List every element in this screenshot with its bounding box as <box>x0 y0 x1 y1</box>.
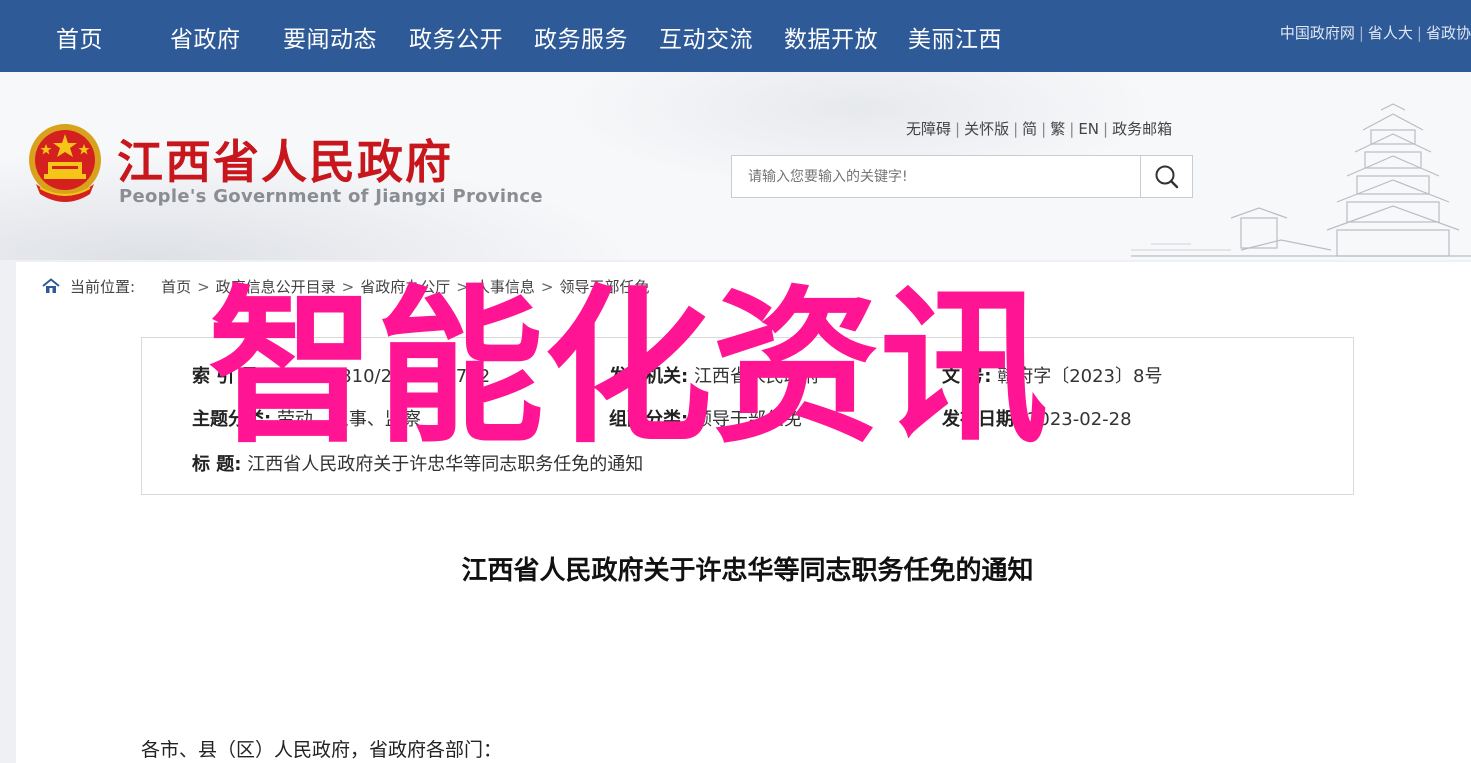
nav-item-interaction[interactable]: 互动交流 <box>659 20 753 54</box>
nav-item-news[interactable]: 要闻动态 <box>283 20 377 54</box>
link-provincial-cppcc[interactable]: 省政协 <box>1426 24 1471 42</box>
search-box <box>731 155 1193 198</box>
meta-date: 发布日期: 2023-02-28 <box>942 409 1132 430</box>
national-emblem-icon <box>26 122 104 208</box>
divider: | <box>1416 24 1422 42</box>
divider: | <box>1069 120 1075 138</box>
nav-item-gov-affairs-open[interactable]: 政务公开 <box>409 20 503 54</box>
link-china-gov[interactable]: 中国政府网 <box>1280 24 1355 42</box>
nav-item-open-data[interactable]: 数据开放 <box>784 20 878 54</box>
breadcrumb-gov-info-catalog[interactable]: 政府信息公开目录 <box>216 278 336 296</box>
meta-index-no: 索 引 号: 014500810/2023-75732 <box>192 366 491 387</box>
document-title: 江西省人民政府关于许忠华等同志职务任免的通知 <box>461 556 1034 586</box>
link-english[interactable]: EN <box>1078 120 1099 138</box>
content-area: 当前位置: 首页 > 政府信息公开目录 > 省政府办公厅 > 人事信息 > 领导干部任免 索 引 … <box>16 262 1471 763</box>
divider: | <box>1041 120 1047 138</box>
link-accessibility[interactable]: 无障碍 <box>906 120 951 138</box>
link-provincial-congress[interactable]: 省人大 <box>1368 24 1413 42</box>
breadcrumb-separator: > <box>197 278 210 296</box>
meta-group: 组配分类: 领导干部任免 <box>609 409 802 430</box>
breadcrumb-separator: > <box>341 278 355 296</box>
pagoda-illustration <box>1131 100 1471 260</box>
site-header: 江西省人民政府 People's Government of Jiangxi P… <box>0 72 1471 260</box>
breadcrumb-separator: > <box>540 278 554 296</box>
breadcrumb-home[interactable]: 首页 <box>161 278 191 296</box>
home-icon <box>42 278 60 298</box>
document-salutation: 各市、县（区）人民政府，省政府各部门： <box>141 739 503 761</box>
nav-item-beautiful-jiangxi[interactable]: 美丽江西 <box>908 20 1002 54</box>
top-nav-bar: 首页 省政府 要闻动态 政务公开 政务服务 互动交流 数据开放 美丽江西 中国政… <box>0 0 1471 72</box>
meta-issuer: 发文机关: 江西省人民政府 <box>609 366 820 387</box>
link-simplified[interactable]: 简 <box>1022 120 1037 138</box>
divider: | <box>1358 24 1364 42</box>
meta-doc-number: 文 号: 赣府字〔2023〕8号 <box>942 366 1163 387</box>
site-title: 江西省人民政府 <box>117 135 453 189</box>
link-traditional[interactable]: 繁 <box>1050 120 1065 138</box>
divider: | <box>955 120 961 138</box>
search-input[interactable] <box>732 156 1142 197</box>
breadcrumb-personnel-info[interactable]: 人事信息 <box>475 278 535 296</box>
link-care-mode[interactable]: 关怀版 <box>964 120 1009 138</box>
site-subtitle: People's Government of Jiangxi Province <box>119 186 543 207</box>
divider: | <box>1013 120 1019 138</box>
nav-item-provincial-gov[interactable]: 省政府 <box>170 20 241 54</box>
breadcrumb-general-office[interactable]: 省政府办公厅 <box>360 278 450 296</box>
breadcrumb-separator: > <box>456 278 469 296</box>
breadcrumb: 当前位置: 首页 > 政府信息公开目录 > 省政府办公厅 > 人事信息 > 领导干部任免 <box>42 276 649 298</box>
nav-item-home[interactable]: 首页 <box>56 20 103 54</box>
nav-item-gov-services[interactable]: 政务服务 <box>534 20 628 54</box>
divider: | <box>1103 120 1109 138</box>
breadcrumb-cadre-appointments[interactable]: 领导干部任免 <box>559 278 649 296</box>
top-external-links: 中国政府网 | 省人大 | 省政协 <box>1280 22 1471 43</box>
breadcrumb-label: 当前位置: <box>70 278 136 296</box>
meta-topic: 主题分类: 劳动、人事、监察 <box>192 409 421 430</box>
meta-title: 标 题: 江西省人民政府关于许忠华等同志职务任免的通知 <box>192 454 644 475</box>
document-metadata-table: 索 引 号: 014500810/2023-75732 发文机关: 江西省人民政… <box>141 337 1354 495</box>
